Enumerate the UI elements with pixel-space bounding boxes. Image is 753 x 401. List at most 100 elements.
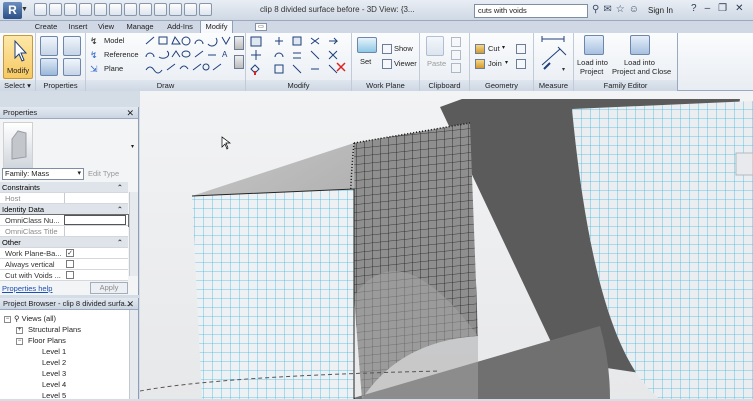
property-row[interactable]: Host	[0, 193, 128, 204]
viewer-button[interactable]: Viewer	[394, 59, 417, 68]
paste-icon[interactable]	[426, 36, 444, 56]
minimize-ribbon-icon[interactable]: ▭	[255, 23, 267, 31]
properties-icon[interactable]	[40, 58, 58, 76]
cut-button[interactable]: Cut	[488, 44, 500, 53]
save-icon[interactable]	[49, 3, 62, 16]
set-work-plane-icon[interactable]	[357, 37, 377, 53]
viewcube-icon[interactable]	[735, 152, 753, 176]
project-browser-scrollbar[interactable]	[129, 310, 138, 399]
modify-tools-icons[interactable]	[249, 35, 349, 77]
solid-form-icon[interactable]	[234, 36, 244, 50]
copy-icon[interactable]	[451, 50, 461, 60]
cut-with-voids-checkbox[interactable]	[66, 271, 74, 279]
tab-view[interactable]: View	[92, 21, 120, 33]
load-and-close-label-2[interactable]: Project and Close	[612, 67, 671, 76]
modify-button[interactable]: Modify	[3, 35, 33, 79]
show-button[interactable]: Show	[394, 44, 413, 53]
model-button[interactable]: Model	[104, 36, 124, 45]
tab-manage[interactable]: Manage	[120, 21, 160, 33]
collapse-icon[interactable]: ⌃	[117, 204, 123, 215]
dimension-icon[interactable]	[124, 3, 137, 16]
measure-icon[interactable]	[109, 3, 122, 16]
group-other[interactable]: Other ⌃	[0, 237, 128, 248]
tab-create[interactable]: Create	[28, 21, 64, 33]
subscription-icon[interactable]: ✉	[603, 4, 611, 15]
communication-icon[interactable]: ☆	[616, 4, 625, 15]
group-identity-data[interactable]: Identity Data ⌃	[0, 204, 128, 215]
tree-node-level[interactable]: Level 2	[42, 358, 66, 367]
close-hidden-icon[interactable]	[199, 3, 212, 16]
collapse-icon[interactable]: −	[4, 316, 11, 323]
set-button[interactable]: Set	[360, 57, 371, 66]
open-icon[interactable]	[34, 3, 47, 16]
measure-icon[interactable]: ▾	[538, 35, 572, 77]
help-icon[interactable]: ?	[691, 3, 697, 14]
user-icon[interactable]: ☺	[629, 4, 639, 15]
close-icon[interactable]: ✕	[735, 3, 743, 14]
family-types-icon[interactable]	[63, 36, 81, 56]
load-into-project-label-2[interactable]: Project	[580, 67, 603, 76]
redo-icon[interactable]	[79, 3, 92, 16]
infocenter-search-input[interactable]: cuts with voids	[474, 4, 588, 18]
section-icon[interactable]	[169, 3, 182, 16]
load-and-close-icon[interactable]	[630, 35, 650, 55]
tree-node-level[interactable]: Level 1	[42, 347, 66, 356]
tree-node-structural-plans[interactable]: Structural Plans	[28, 325, 81, 334]
expand-icon[interactable]: +	[16, 327, 23, 334]
tab-add-ins[interactable]: Add-Ins	[160, 21, 200, 33]
tree-node-level[interactable]: Level 3	[42, 369, 66, 378]
collapse-icon[interactable]: ⌃	[117, 182, 123, 193]
tree-node-views-all[interactable]: ⚲ Views (all)	[14, 314, 56, 323]
property-row[interactable]: OmniClass Title	[0, 226, 128, 237]
app-menu-button[interactable]: R	[3, 2, 22, 19]
wall-joins-icon[interactable]	[516, 44, 526, 54]
property-row[interactable]: OmniClass Nu...	[0, 214, 129, 227]
chevron-down-icon[interactable]: ▾	[131, 143, 134, 150]
chevron-down-icon[interactable]: ▾	[505, 59, 508, 66]
omniclass-number-input[interactable]	[64, 215, 126, 225]
3d-viewport[interactable]	[139, 91, 753, 400]
join-button[interactable]: Join	[488, 59, 502, 68]
cut-clipboard-icon[interactable]	[451, 37, 461, 47]
property-row[interactable]: Work Plane-Ba... ✓	[0, 248, 128, 259]
close-icon[interactable]: ✕	[126, 107, 134, 119]
close-icon[interactable]: ✕	[126, 298, 134, 310]
minimize-icon[interactable]: –	[705, 3, 711, 14]
always-vertical-checkbox[interactable]	[66, 260, 74, 268]
apply-button[interactable]: Apply	[90, 282, 128, 294]
tab-modify[interactable]: Modify	[200, 20, 233, 33]
plane-button[interactable]: Plane	[104, 64, 123, 73]
load-and-close-label-1[interactable]: Load into	[624, 58, 655, 67]
chevron-down-icon[interactable]: ▼	[21, 6, 28, 13]
collapse-icon[interactable]: ⌃	[117, 237, 123, 248]
thin-lines-icon[interactable]	[184, 3, 197, 16]
property-row[interactable]: Always vertical	[0, 259, 128, 270]
chevron-down-icon[interactable]: ▾	[502, 44, 505, 51]
select-panel-label[interactable]: Select ▾	[0, 80, 35, 91]
tab-insert[interactable]: Insert	[64, 21, 92, 33]
split-face-icon[interactable]	[516, 59, 526, 69]
3d-view-icon[interactable]	[154, 3, 167, 16]
text-icon[interactable]	[139, 3, 152, 16]
tree-node-floor-plans[interactable]: Floor Plans	[28, 336, 66, 345]
property-row[interactable]: Cut with Voids ...	[0, 270, 128, 281]
reference-button[interactable]: Reference	[104, 50, 139, 59]
binoculars-icon[interactable]: ⚲	[592, 4, 599, 15]
match-properties-icon[interactable]	[451, 63, 461, 73]
undo-icon[interactable]	[64, 3, 77, 16]
family-category-icon[interactable]	[63, 58, 81, 76]
edit-type-button[interactable]: Edit Type	[88, 169, 119, 178]
paste-button[interactable]: Paste	[427, 59, 446, 68]
mass-model-3d[interactable]	[139, 91, 753, 400]
load-into-project-label-1[interactable]: Load into	[577, 58, 608, 67]
restore-icon[interactable]: ❐	[718, 3, 727, 14]
family-type-selector[interactable]: Family: Mass ▾	[2, 168, 84, 180]
properties-help-link[interactable]: Properties help	[2, 284, 52, 293]
collapse-icon[interactable]: −	[16, 338, 23, 345]
sign-in-link[interactable]: Sign In	[648, 6, 673, 15]
print-icon[interactable]	[94, 3, 107, 16]
work-plane-based-checkbox[interactable]: ✓	[66, 249, 74, 257]
type-properties-icon[interactable]	[40, 36, 58, 56]
void-form-icon[interactable]	[234, 55, 244, 69]
draw-tools-icons[interactable]: A	[144, 35, 232, 77]
